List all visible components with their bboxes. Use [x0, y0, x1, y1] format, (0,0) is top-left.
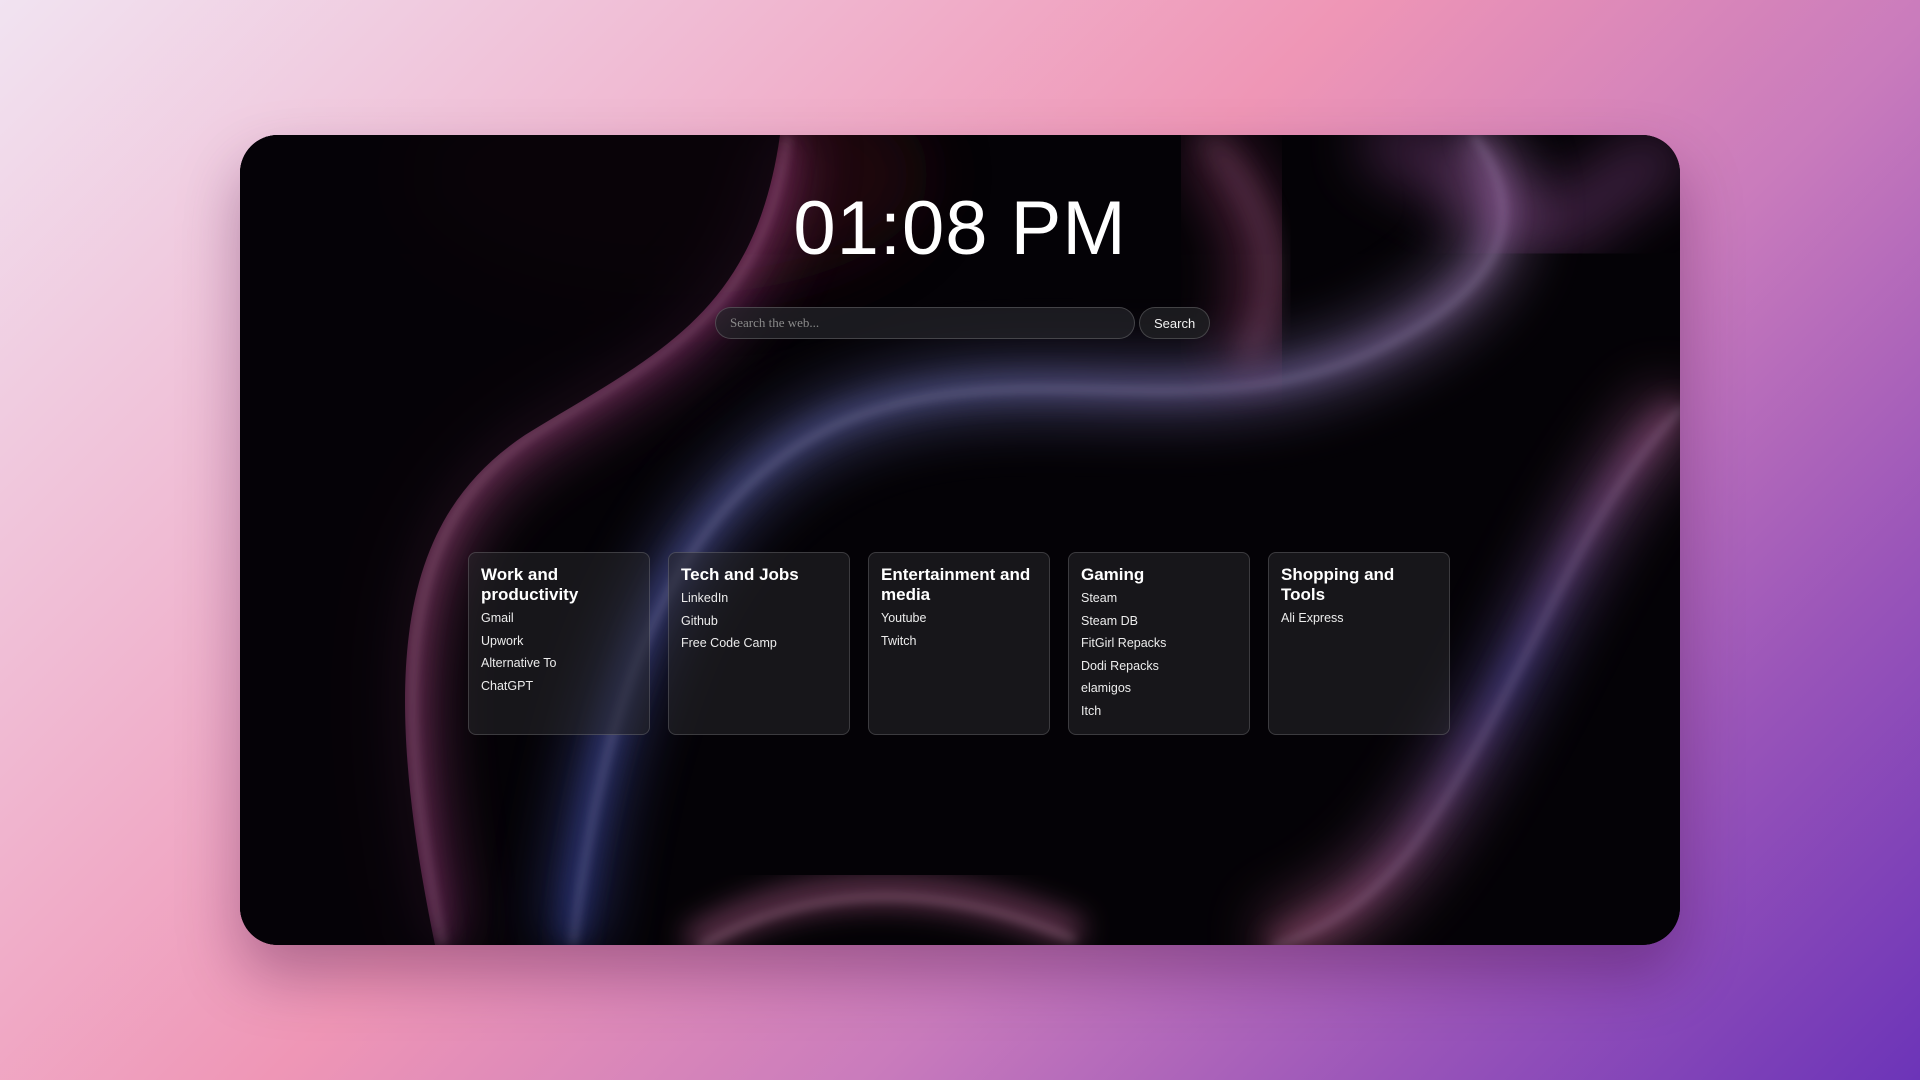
bookmark-categories: Work and productivity Gmail Upwork Alter… [468, 552, 1450, 735]
category-card-entertainment: Entertainment and media Youtube Twitch [868, 552, 1050, 735]
clock-time: 01:08 PM [793, 186, 1127, 271]
category-title: Gaming [1081, 565, 1145, 584]
link-steam[interactable]: Steam [1081, 591, 1117, 605]
start-page-window: 01:08 PM Search Work and productivity Gm… [240, 135, 1680, 945]
category-card-work: Work and productivity Gmail Upwork Alter… [468, 552, 650, 735]
link-list: LinkedIn Github Free Code Camp [681, 591, 837, 651]
search-bar: Search [715, 307, 1211, 339]
category-card-gaming: Gaming Steam Steam DB FitGirl Repacks Do… [1068, 552, 1250, 735]
list-item: Steam [1081, 591, 1237, 606]
category-card-shopping: Shopping and Tools Ali Express [1268, 552, 1450, 735]
list-item: LinkedIn [681, 591, 837, 606]
link-gmail[interactable]: Gmail [481, 611, 514, 625]
category-title: Entertainment and media [881, 565, 1031, 604]
link-youtube[interactable]: Youtube [881, 611, 926, 625]
link-fitgirl-repacks[interactable]: FitGirl Repacks [1081, 636, 1166, 650]
list-item: Ali Express [1281, 611, 1437, 626]
list-item: Twitch [881, 634, 1037, 649]
list-item: Dodi Repacks [1081, 659, 1237, 674]
list-item: elamigos [1081, 681, 1237, 696]
category-card-tech: Tech and Jobs LinkedIn Github Free Code … [668, 552, 850, 735]
list-item: Upwork [481, 634, 637, 649]
link-chatgpt[interactable]: ChatGPT [481, 679, 533, 693]
link-free-code-camp[interactable]: Free Code Camp [681, 636, 777, 650]
list-item: Github [681, 614, 837, 629]
link-list: Youtube Twitch [881, 611, 1037, 649]
list-item: FitGirl Repacks [1081, 636, 1237, 651]
link-github[interactable]: Github [681, 614, 718, 628]
list-item: Itch [1081, 704, 1237, 719]
category-title: Tech and Jobs [681, 565, 799, 584]
link-steam-db[interactable]: Steam DB [1081, 614, 1138, 628]
list-item: Gmail [481, 611, 637, 626]
link-list: Ali Express [1281, 611, 1437, 626]
link-list: Steam Steam DB FitGirl Repacks Dodi Repa… [1081, 591, 1237, 719]
link-twitch[interactable]: Twitch [881, 634, 916, 648]
search-input[interactable] [715, 307, 1135, 339]
search-button[interactable]: Search [1139, 307, 1211, 339]
link-upwork[interactable]: Upwork [481, 634, 523, 648]
list-item: Alternative To [481, 656, 637, 671]
list-item: Youtube [881, 611, 1037, 626]
link-elamigos[interactable]: elamigos [1081, 681, 1131, 695]
link-ali-express[interactable]: Ali Express [1281, 611, 1344, 625]
link-alternative-to[interactable]: Alternative To [481, 656, 557, 670]
link-list: Gmail Upwork Alternative To ChatGPT [481, 611, 637, 694]
list-item: ChatGPT [481, 679, 637, 694]
category-title: Work and productivity [481, 565, 579, 604]
link-itch[interactable]: Itch [1081, 704, 1101, 718]
list-item: Steam DB [1081, 614, 1237, 629]
category-title: Shopping and Tools [1281, 565, 1395, 604]
list-item: Free Code Camp [681, 636, 837, 651]
link-linkedin[interactable]: LinkedIn [681, 591, 728, 605]
link-dodi-repacks[interactable]: Dodi Repacks [1081, 659, 1159, 673]
